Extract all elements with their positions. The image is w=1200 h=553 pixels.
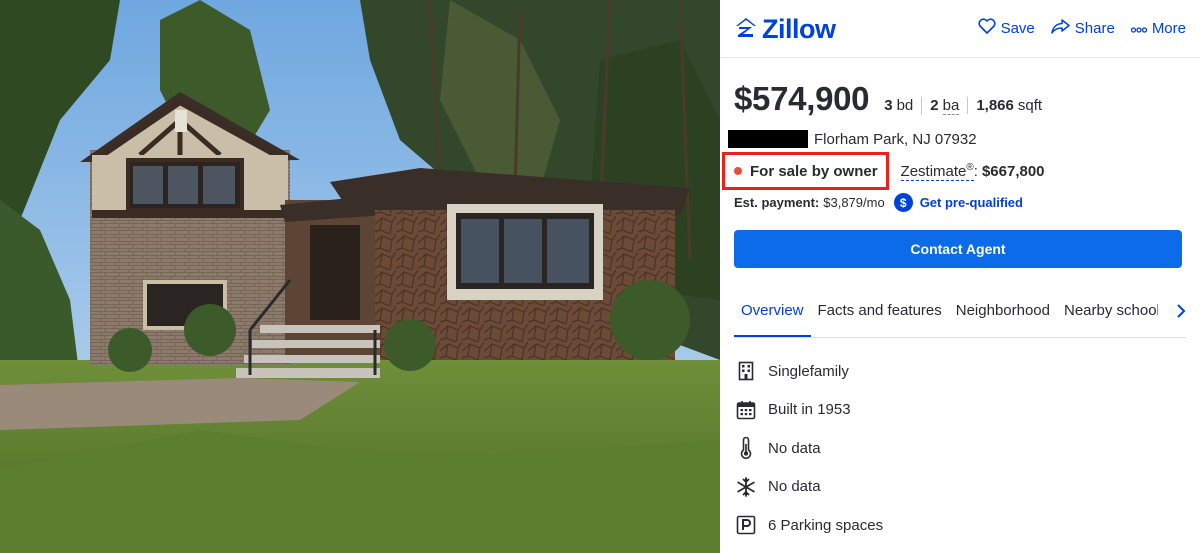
brand-name: Zillow xyxy=(762,14,836,44)
feature-label: Singlefamily xyxy=(768,362,849,380)
listing-status: For sale by owner xyxy=(750,162,878,180)
home-facts: 3 bd 2 ba 1,866 sqft xyxy=(884,97,1050,115)
feature-cooling: No data xyxy=(734,468,883,507)
more-button[interactable]: More xyxy=(1130,19,1186,37)
header-actions: Save Share More xyxy=(978,18,1186,38)
more-dots-icon xyxy=(1130,20,1147,37)
status-highlight-box: For sale by owner xyxy=(722,152,889,190)
payment-row: Est. payment: $3,879/mo $ Get pre-qualif… xyxy=(734,193,1023,212)
feature-label: No data xyxy=(768,478,821,496)
zestimate-colon: : xyxy=(973,162,978,180)
tabs-scroll: Overview Facts and features Neighborhood… xyxy=(734,300,1158,337)
feature-list: Singlefamily Built in 1953 No data No da… xyxy=(734,352,883,545)
share-arrow-icon xyxy=(1051,18,1070,38)
beds-unit: bd xyxy=(896,97,914,114)
zestimate[interactable]: Zestimate®: $667,800 xyxy=(900,161,1045,181)
heart-icon xyxy=(978,18,996,38)
chevron-right-icon[interactable] xyxy=(1176,300,1186,322)
get-prequalified-link[interactable]: Get pre-qualified xyxy=(920,195,1023,210)
registered-mark: ® xyxy=(966,161,974,173)
parking-icon xyxy=(734,513,758,537)
feature-parking: 6 Parking spaces xyxy=(734,506,883,545)
contact-agent-button[interactable]: Contact Agent xyxy=(734,230,1182,268)
beds-value: 3 xyxy=(884,97,893,114)
dollar-circle-icon: $ xyxy=(893,193,913,212)
save-button[interactable]: Save xyxy=(978,18,1035,38)
zestimate-label-text: Zestimate xyxy=(900,162,967,180)
zillow-logo[interactable]: Zillow xyxy=(734,14,836,45)
listing-price: $574,900 xyxy=(734,80,870,117)
feature-home-type: Singlefamily xyxy=(734,352,883,391)
tab-neighborhood[interactable]: Neighborhood xyxy=(949,300,1057,337)
top-bar: Zillow Save Share More xyxy=(720,0,1200,58)
sqft-fact: 1,866 sqft xyxy=(967,97,1050,114)
zillow-house-icon xyxy=(734,15,758,44)
feature-label: 6 Parking spaces xyxy=(768,516,884,534)
save-label: Save xyxy=(1000,19,1035,37)
calendar-icon xyxy=(734,398,758,422)
house-photo-illustration xyxy=(0,0,720,553)
listing-photo[interactable] xyxy=(0,0,720,553)
tab-nearby-schools[interactable]: Nearby schools xyxy=(1057,300,1158,337)
status-dot-icon xyxy=(734,167,742,175)
zestimate-value: $667,800 xyxy=(981,162,1045,180)
baths-unit: ba xyxy=(942,97,960,115)
share-label: Share xyxy=(1074,19,1115,37)
tab-overview[interactable]: Overview xyxy=(734,300,811,337)
baths-fact[interactable]: 2 ba xyxy=(921,97,967,115)
redacted-street xyxy=(728,130,808,148)
share-button[interactable]: Share xyxy=(1051,18,1115,38)
feature-heating: No data xyxy=(734,429,883,468)
sqft-unit: sqft xyxy=(1017,97,1043,114)
tab-facts-and-features[interactable]: Facts and features xyxy=(811,300,949,337)
beds-fact: 3 bd xyxy=(884,97,921,114)
sqft-value: 1,866 xyxy=(976,97,1014,114)
feature-year-built: Built in 1953 xyxy=(734,391,883,430)
status-row: For sale by owner Zestimate®: $667,800 xyxy=(722,152,1045,190)
price-summary: $574,900 3 bd 2 ba 1,866 sqft xyxy=(734,80,1050,118)
thermometer-icon xyxy=(734,436,758,460)
more-label: More xyxy=(1151,19,1186,37)
address-text: Florham Park, NJ 07932 xyxy=(814,130,977,148)
feature-label: Built in 1953 xyxy=(768,401,851,419)
baths-value: 2 xyxy=(930,97,939,114)
snowflake-icon xyxy=(734,475,758,499)
building-icon xyxy=(734,359,758,383)
payment-label: Est. payment: xyxy=(734,195,820,210)
listing-details-panel: Zillow Save Share More $574,900 3 bd 2 b… xyxy=(720,0,1200,553)
address-line: Florham Park, NJ 07932 xyxy=(728,130,977,148)
feature-label: No data xyxy=(768,439,821,457)
payment-value: $3,879/mo xyxy=(823,195,885,210)
detail-tabs: Overview Facts and features Neighborhood… xyxy=(734,300,1186,338)
zestimate-label[interactable]: Zestimate® xyxy=(900,161,974,181)
